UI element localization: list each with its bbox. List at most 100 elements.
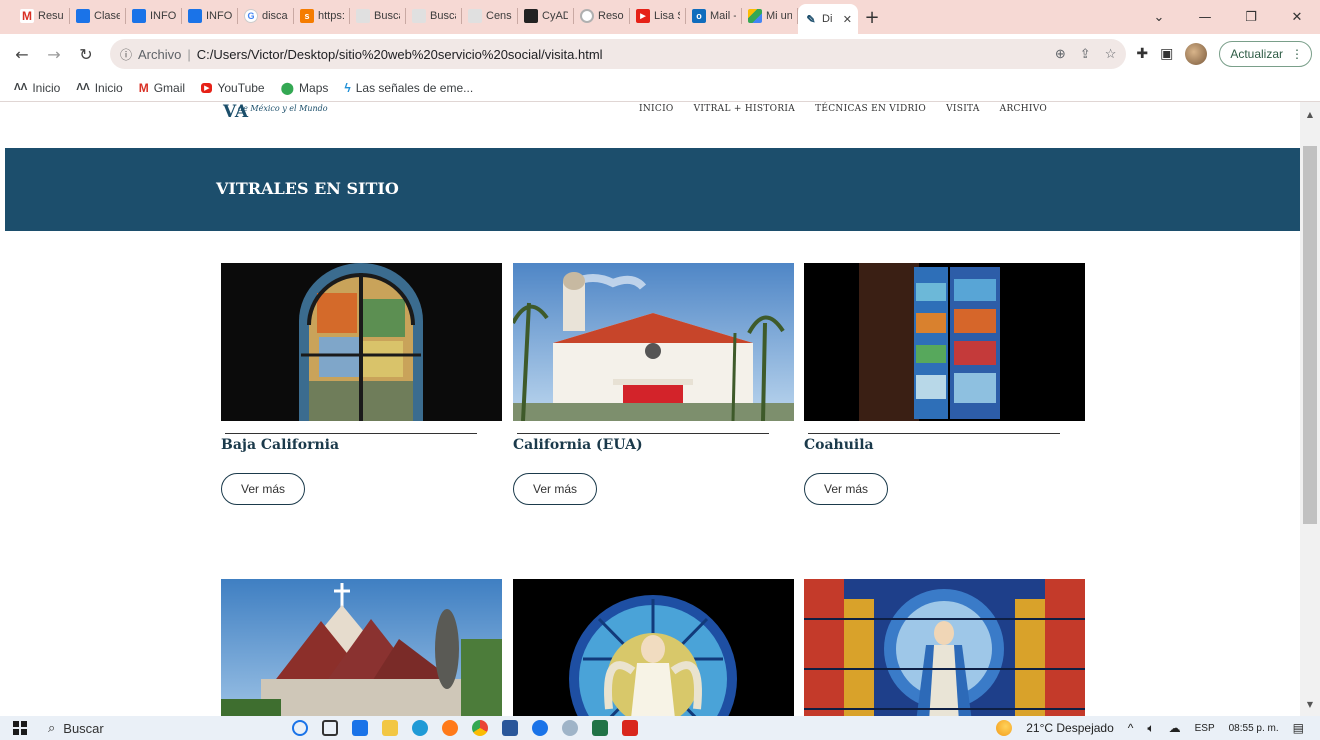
- scroll-down-icon[interactable]: ▼: [1300, 696, 1320, 712]
- address-separator: |: [187, 46, 191, 62]
- tab-2[interactable]: INFOR: [126, 2, 182, 30]
- task-view-icon[interactable]: [322, 720, 338, 736]
- virgin-stained-glass-image: [804, 579, 1085, 716]
- site-header: VA de México y el Mundo INICIO VITRAL + …: [5, 102, 1300, 147]
- drive-icon: [748, 9, 762, 23]
- site-nav: INICIO VITRAL + HISTORIA TÉCNICAS EN VID…: [639, 104, 1047, 114]
- card-4: [221, 579, 503, 716]
- bing-icon[interactable]: [292, 720, 308, 736]
- back-arrow-icon[interactable]: ←: [8, 40, 36, 68]
- cloud-icon[interactable]: ☁︎: [1169, 721, 1181, 735]
- tab-6[interactable]: Busca: [350, 2, 406, 30]
- card-image[interactable]: [221, 579, 502, 716]
- minimize-icon[interactable]: —: [1182, 0, 1228, 34]
- tab-0[interactable]: M Result: [14, 2, 70, 30]
- tab-active[interactable]: ✎ Di ✕: [798, 4, 858, 34]
- ver-mas-button[interactable]: Ver más: [221, 473, 305, 505]
- bookmark-youtube[interactable]: ▶ YouTube: [201, 81, 265, 95]
- card-california-eua: California (EUA) Ver más: [513, 263, 795, 505]
- info-icon[interactable]: ⓘ: [120, 46, 132, 63]
- volume-icon[interactable]: 🔈︎: [1147, 721, 1154, 736]
- sidepanel-icon[interactable]: ▣: [1160, 46, 1173, 62]
- tab-5[interactable]: s https:: [294, 2, 350, 30]
- notifications-icon[interactable]: ▤: [1293, 721, 1304, 735]
- tab-3[interactable]: INFOR: [182, 2, 238, 30]
- taskbar-search[interactable]: ⌕ Buscar: [40, 720, 240, 736]
- tab-4[interactable]: Gdiscap: [238, 2, 294, 30]
- bookmark-maps[interactable]: ⬤ Maps: [281, 81, 329, 95]
- mail-icon[interactable]: [352, 720, 368, 736]
- page-banner: VITRALES EN SITIO: [5, 148, 1300, 231]
- clock[interactable]: 08:55 p. m.: [1229, 723, 1279, 734]
- avatar[interactable]: [1185, 43, 1208, 65]
- close-window-icon[interactable]: ✕: [1274, 0, 1320, 34]
- bookmark-inicio-2[interactable]: ΛΛ Inicio: [76, 81, 122, 95]
- tab-11[interactable]: ▶ Lisa S: [630, 2, 686, 30]
- card-image[interactable]: [513, 579, 794, 716]
- chrome-icon[interactable]: [472, 720, 488, 736]
- edge-icon[interactable]: [412, 720, 428, 736]
- close-icon[interactable]: ✕: [843, 13, 852, 26]
- acrobat-icon[interactable]: [622, 720, 638, 736]
- restore-icon[interactable]: ❐: [1228, 0, 1274, 34]
- nav-visita[interactable]: VISITA: [946, 104, 980, 114]
- address-actions: ⊕ ⇪ ☆: [1055, 46, 1116, 62]
- windows-start-icon[interactable]: [0, 721, 40, 735]
- gmail-icon: M: [138, 80, 149, 95]
- bookmark-senales[interactable]: ϟ Las señales de eme...: [344, 81, 473, 95]
- new-tab-button[interactable]: +: [858, 3, 886, 31]
- flutter-icon: ϟ: [344, 80, 351, 95]
- tab-8[interactable]: Censo: [462, 2, 518, 30]
- reload-icon[interactable]: ↻: [72, 40, 100, 68]
- bookmark-inicio[interactable]: ΛΛ Inicio: [14, 81, 60, 95]
- address-url[interactable]: C:/Users/Victor/Desktop/sitio%20web%20se…: [197, 47, 603, 62]
- ver-mas-button[interactable]: Ver más: [804, 473, 888, 505]
- zoom-icon[interactable]: ⊕: [1055, 46, 1066, 62]
- update-button[interactable]: Actualizar ⋮: [1219, 41, 1312, 67]
- tab-label: CyAD: [542, 10, 568, 22]
- excel-icon[interactable]: [592, 720, 608, 736]
- youtube-icon: ▶: [201, 82, 213, 93]
- tray-chevron-icon[interactable]: ^: [1128, 721, 1134, 735]
- share-icon[interactable]: ⇪: [1080, 46, 1091, 62]
- site-logo-icon: ✎: [806, 13, 816, 26]
- bookmarks-bar: ΛΛ Inicio ΛΛ Inicio M Gmail ▶ YouTube ⬤ Maps …: [0, 74, 1320, 102]
- nav-archivo[interactable]: ARCHIVO: [1000, 104, 1047, 114]
- card-image[interactable]: [513, 263, 794, 421]
- ver-mas-button[interactable]: Ver más: [513, 473, 597, 505]
- extensions-icon[interactable]: ✚: [1136, 46, 1148, 62]
- bookmark-label: Gmail: [153, 80, 186, 95]
- tab-1[interactable]: Clases: [70, 2, 126, 30]
- bookmark-gmail[interactable]: M Gmail: [139, 81, 185, 95]
- tab-12[interactable]: o Mail -: [686, 2, 742, 30]
- nav-inicio[interactable]: INICIO: [639, 104, 674, 114]
- word-icon[interactable]: [502, 720, 518, 736]
- bluetooth-icon[interactable]: [532, 720, 548, 736]
- card-image[interactable]: [221, 263, 502, 421]
- card-image[interactable]: [804, 579, 1085, 716]
- card-title: Baja California: [221, 437, 340, 453]
- star-icon[interactable]: ☆: [1105, 46, 1117, 62]
- file-explorer-icon[interactable]: [382, 720, 398, 736]
- nav-tecnicas[interactable]: TÉCNICAS EN VIDRIO: [815, 104, 926, 114]
- forward-arrow-icon[interactable]: →: [40, 40, 68, 68]
- card-image[interactable]: [804, 263, 1085, 421]
- weather-text[interactable]: 21°C Despejado: [1026, 721, 1114, 735]
- tab-search-chevron-icon[interactable]: ⌄: [1136, 0, 1182, 34]
- weather-app-icon[interactable]: [562, 720, 578, 736]
- tab-7[interactable]: Busca: [406, 2, 462, 30]
- address-bar[interactable]: ⓘ Archivo | C:/Users/Victor/Desktop/siti…: [110, 39, 1127, 69]
- tab-10[interactable]: Reson: [574, 2, 630, 30]
- page-title: VITRALES EN SITIO: [216, 179, 399, 198]
- nav-vitral-historia[interactable]: VITRAL + HISTORIA: [694, 104, 795, 114]
- tab-13[interactable]: Mi un: [742, 2, 798, 30]
- language-indicator[interactable]: ESP: [1195, 723, 1215, 734]
- tab-9[interactable]: CyAD: [518, 2, 574, 30]
- scrollbar-thumb[interactable]: [1303, 146, 1317, 524]
- weather-icon[interactable]: [996, 720, 1013, 736]
- card-divider: [808, 433, 1060, 434]
- firefox-icon[interactable]: [442, 720, 458, 736]
- scroll-up-icon[interactable]: ▲: [1300, 106, 1320, 122]
- page-scrollbar[interactable]: ▲ ▼: [1300, 102, 1320, 716]
- card-coahuila: Coahuila Ver más: [804, 263, 1086, 505]
